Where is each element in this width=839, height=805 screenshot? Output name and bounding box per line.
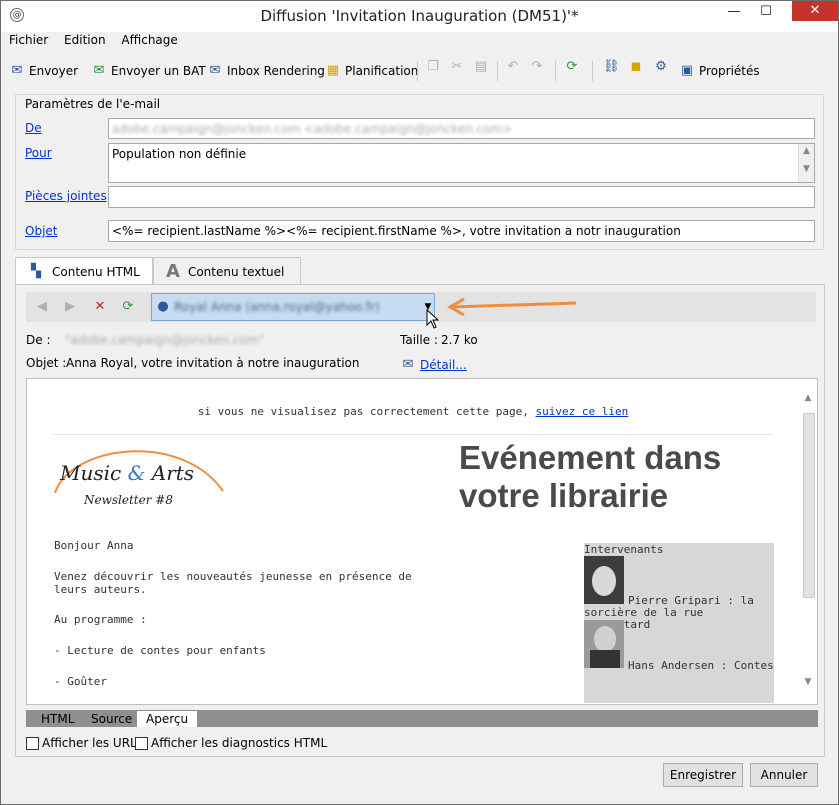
window-title: Diffusion 'Invitation Inauguration (DM51… bbox=[260, 7, 579, 25]
close-button[interactable]: ✕ bbox=[792, 1, 838, 21]
title-bar: @ Diffusion 'Invitation Inauguration (DM… bbox=[1, 1, 838, 32]
annotation-arrow-icon bbox=[446, 297, 577, 317]
tab-html-content[interactable]: ▚ Contenu HTML bbox=[15, 257, 153, 286]
from-label[interactable]: De bbox=[25, 121, 42, 135]
send-button[interactable]: ✉ Envoyer bbox=[9, 59, 79, 83]
envelope-icon: ✉ bbox=[11, 63, 23, 78]
save-button[interactable]: Enregistrer bbox=[663, 763, 743, 787]
program-title: Au programme : bbox=[54, 613, 147, 626]
speakers-title: Intervenants bbox=[584, 543, 664, 556]
scroll-up-icon[interactable]: ▲ bbox=[799, 146, 814, 156]
subject-label[interactable]: Objet bbox=[25, 224, 57, 238]
view-online-link[interactable]: suivez ce lien bbox=[536, 405, 629, 418]
checkbox-box[interactable] bbox=[135, 736, 148, 750]
cancel-button[interactable]: Annuler bbox=[750, 763, 818, 787]
program-item: - Lecture de contes pour enfants bbox=[54, 644, 266, 657]
meta-size-label: Taille : bbox=[400, 333, 438, 347]
meta-subject-value: Anna Royal, votre invitation à notre ina… bbox=[66, 356, 360, 370]
meta-size-value: 2.7 ko bbox=[441, 333, 478, 347]
planning-button[interactable]: ▦ Planification bbox=[325, 59, 419, 83]
toolbar-separator bbox=[417, 61, 418, 81]
detail-link[interactable]: Détail... bbox=[420, 358, 467, 372]
gift-icon[interactable]: ◼ bbox=[628, 59, 644, 75]
meta-from-label: De : bbox=[26, 333, 51, 347]
show-url-checkbox[interactable]: Afficher les URL bbox=[26, 736, 137, 750]
logo-subtitle: Newsletter #8 bbox=[84, 493, 173, 507]
recipient-select[interactable]: ● Royal Anna (anna.royal@yahoo.fr) bbox=[151, 293, 435, 321]
tab-html[interactable]: HTML bbox=[32, 711, 83, 727]
envelope-check-icon: ✉ bbox=[209, 63, 221, 78]
from-field[interactable]: adobe.campaign@joncken.com <adobe.campai… bbox=[108, 118, 815, 139]
refresh-recipient-icon[interactable]: ⟳ bbox=[120, 299, 136, 315]
paste-icon[interactable]: ▤ bbox=[473, 59, 489, 75]
cut-icon[interactable]: ✂ bbox=[449, 59, 465, 75]
envelope-icon: ✉ bbox=[402, 357, 414, 372]
properties-button[interactable]: ▣ Propriétés bbox=[679, 59, 760, 83]
undo-icon[interactable]: ↶ bbox=[505, 59, 521, 75]
user-icon: ● bbox=[157, 299, 169, 314]
inbox-rendering-button[interactable]: ✉ Inbox Rendering bbox=[207, 59, 325, 83]
attachments-field[interactable] bbox=[108, 186, 815, 208]
send-proof-button[interactable]: ✉ Envoyer un BAT bbox=[91, 59, 206, 83]
attachments-label[interactable]: Pièces jointes bbox=[25, 189, 107, 203]
view-online-line: si vous ne visualisez pas correctement c… bbox=[197, 405, 629, 418]
menu-edit[interactable]: Edition bbox=[64, 33, 106, 47]
copy-icon[interactable]: ❐ bbox=[425, 59, 441, 75]
program-item: - Goûter bbox=[54, 675, 107, 688]
forward-arrow-icon[interactable]: ▶ bbox=[62, 299, 78, 315]
menu-bar: Fichier Edition Affichage bbox=[9, 33, 190, 51]
scroll-up-icon[interactable]: ▲ bbox=[801, 393, 815, 403]
to-field[interactable]: Population non définie ▲ ▼ bbox=[108, 143, 815, 183]
speaker-name: Hans Andersen : Contes bbox=[628, 659, 774, 672]
meta-subject-label: Objet : bbox=[26, 356, 67, 370]
greeting: Bonjour Anna bbox=[54, 539, 134, 552]
toolbar-separator bbox=[592, 61, 593, 81]
clipboard-icon: ▣ bbox=[680, 63, 694, 78]
subject-field[interactable]: <%= recipient.lastName %><%= recipient.f… bbox=[108, 220, 815, 242]
minimize-button[interactable]: — bbox=[720, 1, 748, 23]
calendar-icon: ▦ bbox=[326, 63, 340, 78]
envelope-check-icon: ✉ bbox=[93, 63, 105, 78]
delete-icon[interactable]: ✕ bbox=[92, 299, 108, 315]
menu-file[interactable]: Fichier bbox=[9, 33, 48, 47]
scroll-down-icon[interactable]: ▼ bbox=[799, 164, 814, 174]
tab-text-content[interactable]: A Contenu textuel bbox=[153, 257, 301, 285]
toolbar-separator bbox=[497, 61, 498, 81]
checkbox-box[interactable] bbox=[26, 736, 39, 750]
back-arrow-icon[interactable]: ◀ bbox=[34, 299, 50, 315]
maximize-button[interactable]: ☐ bbox=[752, 1, 780, 23]
tab-preview[interactable]: Aperçu bbox=[137, 711, 198, 727]
meta-from-value: "adobe.campaign@joncken.com" bbox=[65, 333, 265, 347]
tab-source[interactable]: Source bbox=[82, 711, 141, 727]
menu-view[interactable]: Affichage bbox=[121, 33, 177, 47]
speakers-box: Intervenants Pierre Gripari : la sorcièr… bbox=[584, 543, 774, 703]
scroll-down-icon[interactable]: ▼ bbox=[801, 677, 815, 687]
view-mode-tabs: HTML Source Aperçu bbox=[26, 710, 818, 727]
text-content-icon: A bbox=[166, 261, 180, 282]
email-params-title: Paramètres de l'e-mail bbox=[23, 97, 163, 111]
to-label[interactable]: Pour bbox=[25, 146, 52, 160]
speaker-photo bbox=[584, 620, 624, 668]
mouse-cursor-icon bbox=[426, 309, 440, 329]
preview-scrollbar[interactable]: ▲ ▼ bbox=[799, 379, 817, 704]
html-content-icon: ▚ bbox=[31, 264, 41, 279]
headline: Evénement dans votre librairie bbox=[459, 439, 722, 514]
personalize-icon[interactable]: ⚙ bbox=[653, 59, 669, 75]
intro-paragraph: Venez découvrir les nouveautés jeunesse … bbox=[54, 570, 412, 596]
main-window: @ Diffusion 'Invitation Inauguration (DM… bbox=[0, 0, 839, 805]
logo-title: Music & Arts bbox=[60, 461, 195, 485]
link-icon[interactable]: ⛓ bbox=[603, 59, 620, 75]
redo-icon[interactable]: ↷ bbox=[529, 59, 545, 75]
show-diagnostics-checkbox[interactable]: Afficher les diagnostics HTML bbox=[135, 736, 327, 750]
email-preview: si vous ne visualisez pas correctement c… bbox=[26, 378, 818, 705]
toolbar-separator bbox=[555, 61, 556, 81]
to-field-scrollbar[interactable]: ▲ ▼ bbox=[798, 144, 814, 182]
scroll-thumb[interactable] bbox=[803, 413, 815, 598]
refresh-icon[interactable]: ⟳ bbox=[564, 59, 580, 75]
